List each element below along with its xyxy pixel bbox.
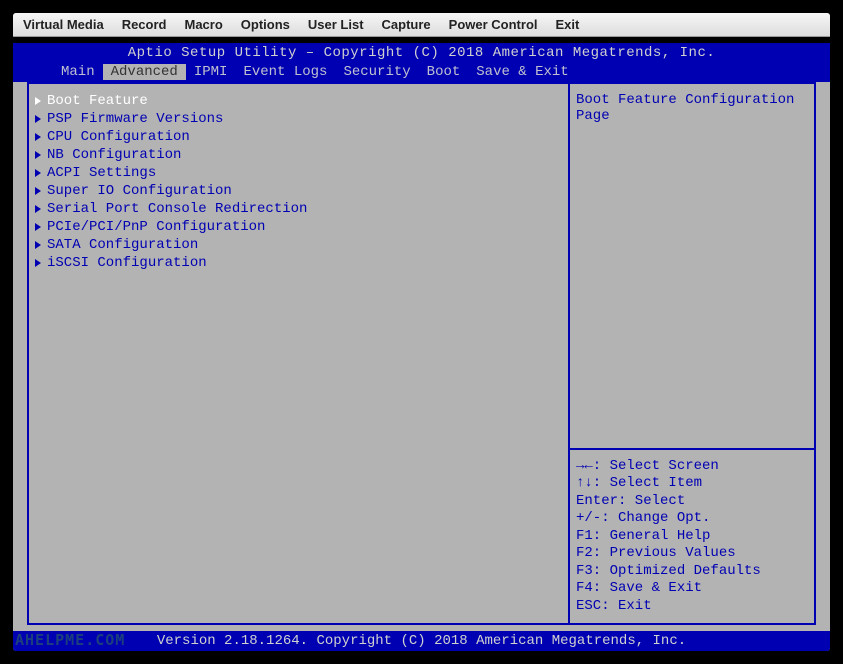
bios-tab-bar: MainAdvancedIPMIEvent LogsSecurityBootSa… bbox=[13, 63, 830, 82]
submenu-arrow-icon bbox=[35, 205, 41, 213]
menu-item-super-io[interactable]: Super IO Configuration bbox=[33, 182, 564, 200]
menu-item-label: Boot Feature bbox=[47, 93, 148, 109]
menu-power-control[interactable]: Power Control bbox=[449, 17, 538, 32]
item-help-text: Boot Feature Configuration Page bbox=[570, 84, 814, 448]
menu-user-list[interactable]: User List bbox=[308, 17, 364, 32]
key-help-line: F1: General Help bbox=[576, 528, 808, 546]
key-help-line: ↑↓: Select Item bbox=[576, 475, 808, 493]
submenu-arrow-icon bbox=[35, 259, 41, 267]
menu-item-iscsi-config[interactable]: iSCSI Configuration bbox=[33, 254, 564, 272]
menu-item-pcie-config[interactable]: PCIe/PCI/PnP Configuration bbox=[33, 218, 564, 236]
menu-item-psp-firmware[interactable]: PSP Firmware Versions bbox=[33, 110, 564, 128]
menu-item-boot-feature[interactable]: Boot Feature bbox=[33, 92, 564, 110]
submenu-arrow-icon bbox=[35, 151, 41, 159]
key-legend: →←: Select Screen ↑↓: Select Item Enter:… bbox=[570, 448, 814, 624]
submenu-arrow-icon bbox=[35, 169, 41, 177]
key-help-line: ESC: Exit bbox=[576, 598, 808, 616]
menu-item-label: iSCSI Configuration bbox=[47, 255, 207, 271]
menu-item-label: ACPI Settings bbox=[47, 165, 156, 181]
menu-item-sata-config[interactable]: SATA Configuration bbox=[33, 236, 564, 254]
menu-item-label: CPU Configuration bbox=[47, 129, 190, 145]
menu-item-acpi-settings[interactable]: ACPI Settings bbox=[33, 164, 564, 182]
bios-title-bar: Aptio Setup Utility – Copyright (C) 2018… bbox=[13, 43, 830, 63]
menu-item-label: NB Configuration bbox=[47, 147, 181, 163]
menu-virtual-media[interactable]: Virtual Media bbox=[23, 17, 104, 32]
tab-advanced[interactable]: Advanced bbox=[103, 64, 186, 80]
submenu-arrow-icon bbox=[35, 187, 41, 195]
menu-record[interactable]: Record bbox=[122, 17, 167, 32]
tab-main[interactable]: Main bbox=[53, 64, 103, 80]
menu-item-label: SATA Configuration bbox=[47, 237, 198, 253]
bios-footer: Version 2.18.1264. Copyright (C) 2018 Am… bbox=[13, 631, 830, 651]
menu-item-label: Serial Port Console Redirection bbox=[47, 201, 307, 217]
submenu-arrow-icon bbox=[35, 97, 41, 105]
bios-content-frame: Boot Feature PSP Firmware Versions CPU C… bbox=[27, 82, 816, 625]
key-help-line: F3: Optimized Defaults bbox=[576, 563, 808, 581]
menu-item-cpu-config[interactable]: CPU Configuration bbox=[33, 128, 564, 146]
key-help-line: →←: Select Screen bbox=[576, 458, 808, 476]
menu-item-nb-config[interactable]: NB Configuration bbox=[33, 146, 564, 164]
key-help-line: F4: Save & Exit bbox=[576, 580, 808, 598]
menu-capture[interactable]: Capture bbox=[382, 17, 431, 32]
key-help-line: Enter: Select bbox=[576, 493, 808, 511]
tab-ipmi[interactable]: IPMI bbox=[186, 64, 236, 80]
tab-save-exit[interactable]: Save & Exit bbox=[468, 64, 576, 80]
tab-security[interactable]: Security bbox=[335, 64, 418, 80]
submenu-arrow-icon bbox=[35, 223, 41, 231]
menu-macro[interactable]: Macro bbox=[184, 17, 222, 32]
menu-options[interactable]: Options bbox=[241, 17, 290, 32]
menu-item-label: PCIe/PCI/PnP Configuration bbox=[47, 219, 265, 235]
menu-item-serial-port[interactable]: Serial Port Console Redirection bbox=[33, 200, 564, 218]
bios-help-pane: Boot Feature Configuration Page →←: Sele… bbox=[570, 84, 814, 623]
bios-menu-pane: Boot Feature PSP Firmware Versions CPU C… bbox=[29, 84, 570, 623]
key-help-line: +/-: Change Opt. bbox=[576, 510, 808, 528]
submenu-arrow-icon bbox=[35, 241, 41, 249]
menu-exit[interactable]: Exit bbox=[556, 17, 580, 32]
tab-event-logs[interactable]: Event Logs bbox=[235, 64, 335, 80]
submenu-arrow-icon bbox=[35, 133, 41, 141]
menu-item-label: Super IO Configuration bbox=[47, 183, 232, 199]
remote-console-menubar: Virtual Media Record Macro Options User … bbox=[13, 13, 830, 37]
key-help-line: F2: Previous Values bbox=[576, 545, 808, 563]
submenu-arrow-icon bbox=[35, 115, 41, 123]
tab-boot[interactable]: Boot bbox=[419, 64, 469, 80]
menu-item-label: PSP Firmware Versions bbox=[47, 111, 223, 127]
